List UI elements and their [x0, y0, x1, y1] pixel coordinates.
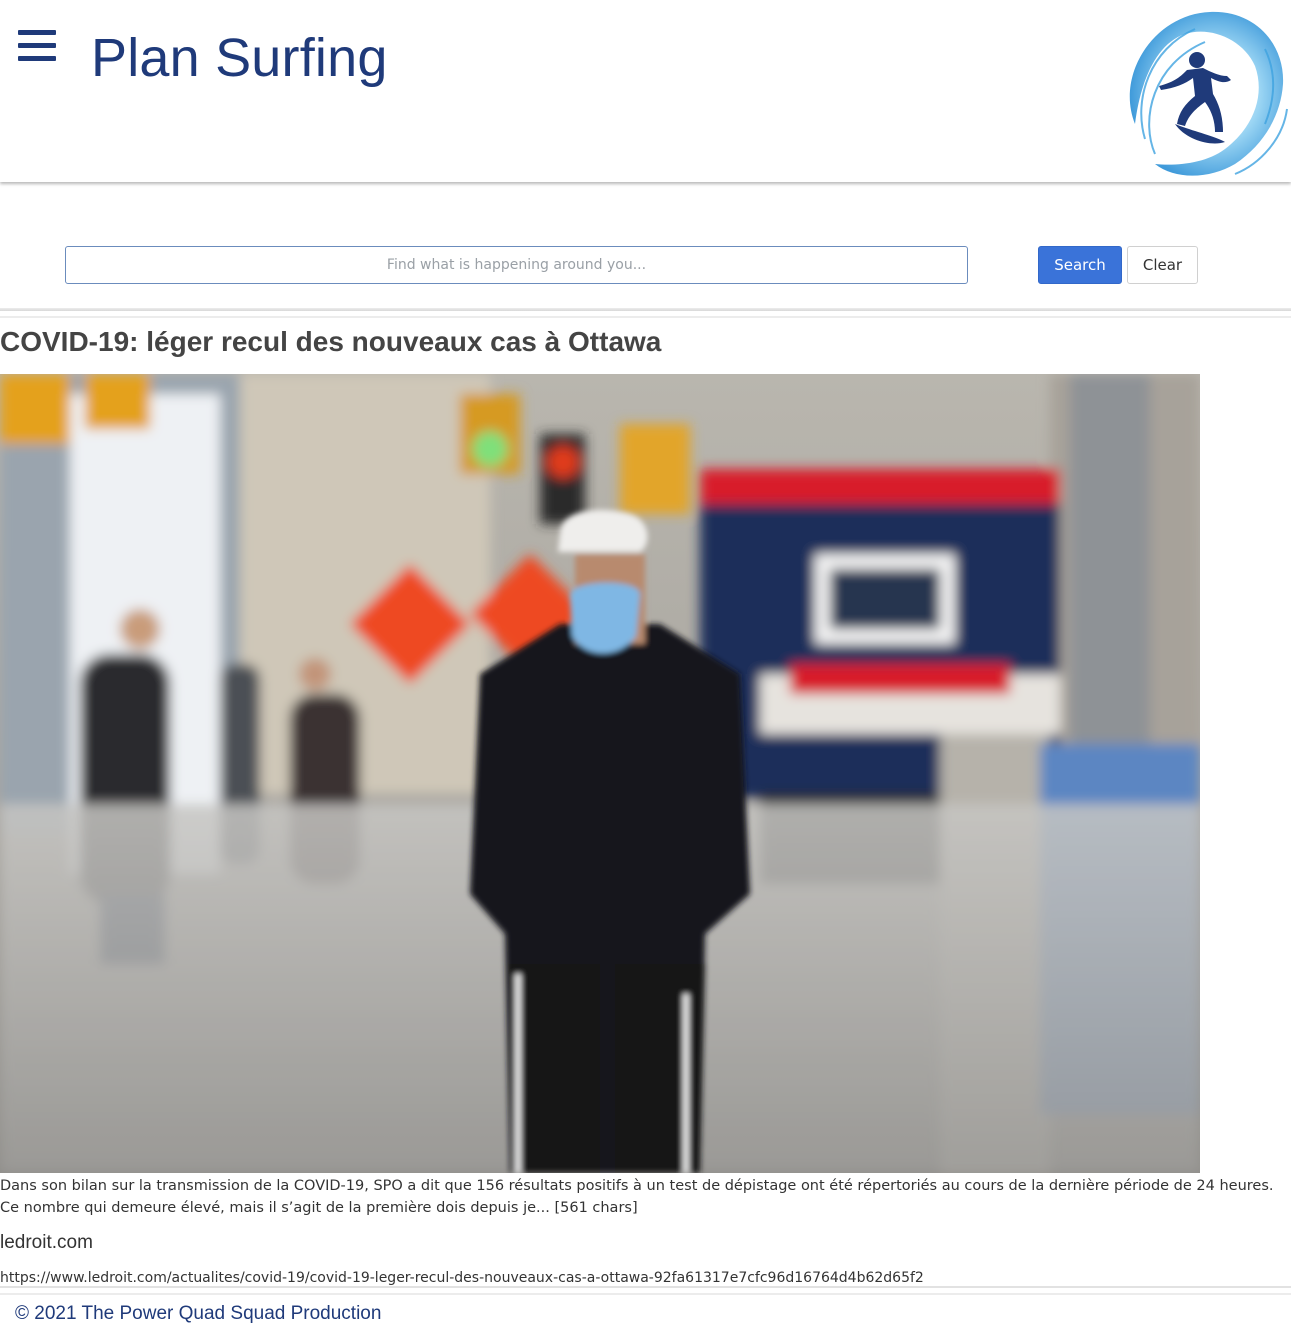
site-header: Plan Surfing: [0, 0, 1291, 182]
article-title[interactable]: COVID-19: léger recul des nouveaux cas à…: [0, 325, 661, 359]
article-link[interactable]: https://www.ledroit.com/actualites/covid…: [0, 1270, 924, 1286]
surfer-wave-logo: [1129, 11, 1288, 176]
search-button[interactable]: Search: [1038, 246, 1122, 284]
divider: [0, 1286, 1291, 1288]
clear-button[interactable]: Clear: [1127, 246, 1198, 284]
divider: [0, 308, 1291, 311]
article-source: ledroit.com: [0, 1232, 93, 1253]
search-bar: Search Clear: [0, 184, 1291, 310]
divider: [0, 316, 1291, 318]
site-footer: © 2021 The Power Quad Squad Production: [0, 1293, 1291, 1331]
hamburger-menu-icon[interactable]: [18, 30, 56, 64]
search-input[interactable]: [65, 246, 968, 284]
site-title: Plan Surfing: [91, 28, 388, 88]
article-image[interactable]: [0, 374, 1200, 1173]
footer-copyright: © 2021 The Power Quad Squad Production: [15, 1303, 382, 1324]
article-description: Dans son bilan sur la transmission de la…: [0, 1178, 1274, 1216]
